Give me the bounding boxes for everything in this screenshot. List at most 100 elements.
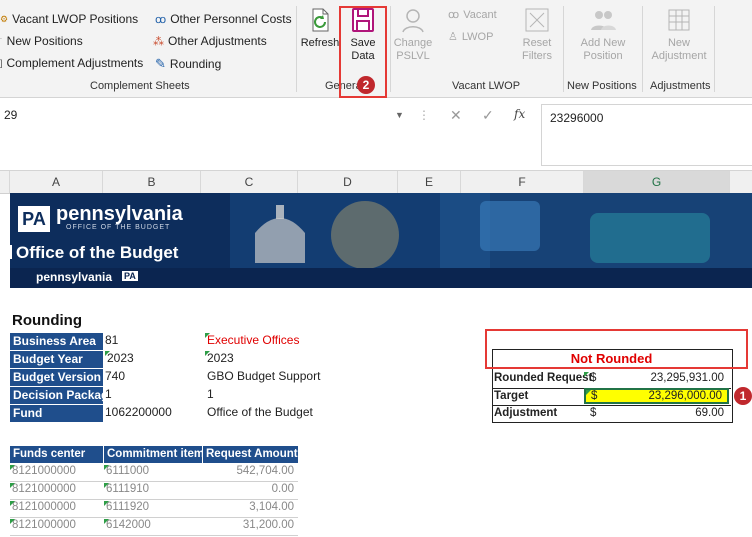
person-small-icon: ˙ — [0, 36, 3, 46]
vacant-lwop-positions-button[interactable]: ⚙ Vacant LWOP Positions — [0, 12, 138, 26]
person-outline-icon: ♙ — [448, 31, 458, 43]
cell-request-amount[interactable]: 0.00 — [272, 483, 294, 495]
cell-commitment-item[interactable]: 6111000 — [104, 465, 149, 477]
vacant-lwop-group-label: Vacant LWOP — [452, 80, 521, 92]
new-adjustment-button[interactable]: New Adjustment — [645, 0, 713, 63]
summary-cell-target[interactable]: $ 23,296,000.00 — [584, 388, 729, 404]
step-1-badge: 1 — [734, 387, 752, 405]
enter-check-icon[interactable]: ✓ — [482, 107, 494, 124]
summary-label-adjustment: Adjustment — [494, 407, 558, 419]
cancel-icon[interactable]: ✕ — [450, 107, 462, 124]
name-box[interactable]: 29 — [0, 108, 414, 128]
ribbon-separator — [563, 6, 564, 92]
add-new-position-button[interactable]: Add New Position — [568, 0, 638, 63]
cell-funds-center[interactable]: 8121000000 — [10, 483, 76, 495]
column-header-d[interactable]: D — [298, 171, 398, 193]
column-header-a[interactable]: A — [10, 171, 103, 193]
cell-funds-center[interactable]: 8121000000 — [10, 501, 76, 513]
name-box-dropdown-icon[interactable]: ▼ — [395, 110, 404, 120]
cell-commitment-item[interactable]: 6111920 — [104, 501, 149, 513]
table-row[interactable]: 8121000000 6142000 31,200.00 — [10, 518, 298, 536]
field-value-business-area[interactable]: 81 — [105, 333, 118, 347]
group-adjust-icon: ⁂ — [153, 35, 164, 48]
status-highlight-box — [485, 329, 748, 369]
select-all-corner[interactable] — [0, 171, 10, 193]
insert-function-icon[interactable]: fx — [514, 107, 525, 121]
lwop-button[interactable]: ♙ LWOP — [448, 30, 493, 44]
cell-request-amount[interactable]: 3,104.00 — [249, 501, 294, 513]
table-header-request-amount[interactable]: Request Amount — [203, 446, 298, 463]
change-pslvl-button[interactable]: Change PSLVL — [393, 0, 433, 63]
personnel-search-icon: ꝏ — [155, 13, 167, 26]
field-value-budget-year[interactable]: 2023 — [105, 351, 134, 365]
sheet-heading: Rounding — [12, 312, 82, 329]
refresh-button[interactable]: Refresh — [300, 0, 340, 50]
cell-funds-center[interactable]: 8121000000 — [10, 519, 76, 531]
refresh-icon — [306, 6, 334, 34]
people-outline-icon: ꝏ — [448, 9, 460, 21]
formula-bar: 29 ▼ ⋮ ✕ ✓ fx 23296000 — [0, 98, 752, 171]
field-desc-decision-package: 1 — [207, 387, 214, 401]
person-change-icon — [399, 6, 427, 34]
summary-amount: 69.00 — [695, 407, 724, 419]
table-row[interactable]: 8121000000 6111000 542,704.00 — [10, 464, 298, 482]
column-header-e[interactable]: E — [398, 171, 461, 193]
currency-symbol: $ — [591, 390, 598, 402]
field-label-budget-year: Budget Year — [10, 351, 103, 368]
pencil-icon: ✎ — [155, 56, 166, 71]
table-row[interactable]: 8121000000 6111910 0.00 — [10, 482, 298, 500]
field-label-fund: Fund — [10, 405, 103, 422]
field-value-fund[interactable]: 1062200000 — [105, 405, 172, 419]
field-label-decision-package: Decision Packag — [10, 387, 108, 404]
column-header-f[interactable]: F — [461, 171, 584, 193]
pa-logo-word: pennsylvania — [56, 203, 183, 225]
cell-request-amount[interactable]: 31,200.00 — [243, 519, 294, 531]
new-positions-button[interactable]: ˙ New Positions — [0, 34, 83, 48]
cell-request-amount[interactable]: 542,704.00 — [236, 465, 294, 477]
vacant-button[interactable]: ꝏ Vacant — [448, 8, 497, 22]
cell-commitment-item[interactable]: 6111910 — [104, 483, 149, 495]
summary-cell-rounded-request[interactable]: $ 23,295,931.00 — [584, 372, 730, 388]
summary-amount: 23,295,931.00 — [650, 372, 724, 384]
table-header-commitment-item[interactable]: Commitment item — [104, 446, 204, 463]
summary-cell-adjustment[interactable]: $ 69.00 — [584, 407, 730, 421]
ribbon-separator — [642, 6, 643, 92]
other-adjustments-button[interactable]: ⁂ Other Adjustments — [153, 34, 267, 48]
field-desc-business-area: Executive Offices — [205, 333, 300, 347]
title-marker — [10, 245, 12, 259]
column-header-c[interactable]: C — [201, 171, 298, 193]
cell-funds-center[interactable]: 8121000000 — [10, 465, 76, 477]
ribbon: ⚙ Vacant LWOP Positions ˙ New Positions … — [0, 0, 752, 98]
cell-commitment-item[interactable]: 6142000 — [104, 519, 151, 531]
complement-sheets-group-label: Complement Sheets — [90, 80, 190, 92]
people-small-icon: ⚙ — [0, 13, 9, 24]
complement-adjustments-button[interactable]: ] Complement Adjustments — [0, 56, 143, 70]
table-row[interactable]: 8121000000 6111920 3,104.00 — [10, 500, 298, 518]
pa-logo-subtitle: OFFICE OF THE BUDGET — [66, 224, 171, 231]
new-positions-group-label: New Positions — [567, 80, 637, 92]
summary-label-target: Target — [494, 390, 529, 402]
field-label-business-area: Business Area — [10, 333, 103, 350]
ribbon-separator — [390, 6, 391, 92]
adjustments-group-label: Adjustments — [650, 80, 711, 92]
reset-filters-button[interactable]: Reset Filters — [515, 0, 559, 63]
adjust-small-icon: ] — [0, 58, 3, 68]
table-header-funds-center[interactable]: Funds center — [10, 446, 103, 463]
field-value-decision-package[interactable]: 1 — [105, 387, 112, 401]
summary-divider — [492, 405, 731, 406]
field-desc-fund: Office of the Budget — [207, 405, 313, 419]
summary-amount: 23,296,000.00 — [648, 390, 722, 402]
formula-input[interactable]: 23296000 — [541, 104, 752, 166]
column-headers: A B C D E F G — [0, 171, 752, 194]
office-banner-image: PA pennsylvania OFFICE OF THE BUDGET Off… — [10, 193, 752, 288]
ribbon-separator — [714, 6, 715, 92]
other-personnel-costs-button[interactable]: ꝏ Other Personnel Costs — [155, 12, 292, 26]
column-header-b[interactable]: B — [103, 171, 201, 193]
pa-logo-mark: PA — [18, 206, 50, 232]
footer-pa-mark: PA — [122, 271, 138, 281]
step-2-badge: 2 — [357, 76, 375, 94]
field-value-budget-version[interactable]: 740 — [105, 369, 125, 383]
field-desc-budget-year: 2023 — [205, 351, 234, 365]
rounding-button[interactable]: ✎ Rounding — [155, 56, 221, 72]
column-header-g[interactable]: G — [584, 171, 730, 193]
